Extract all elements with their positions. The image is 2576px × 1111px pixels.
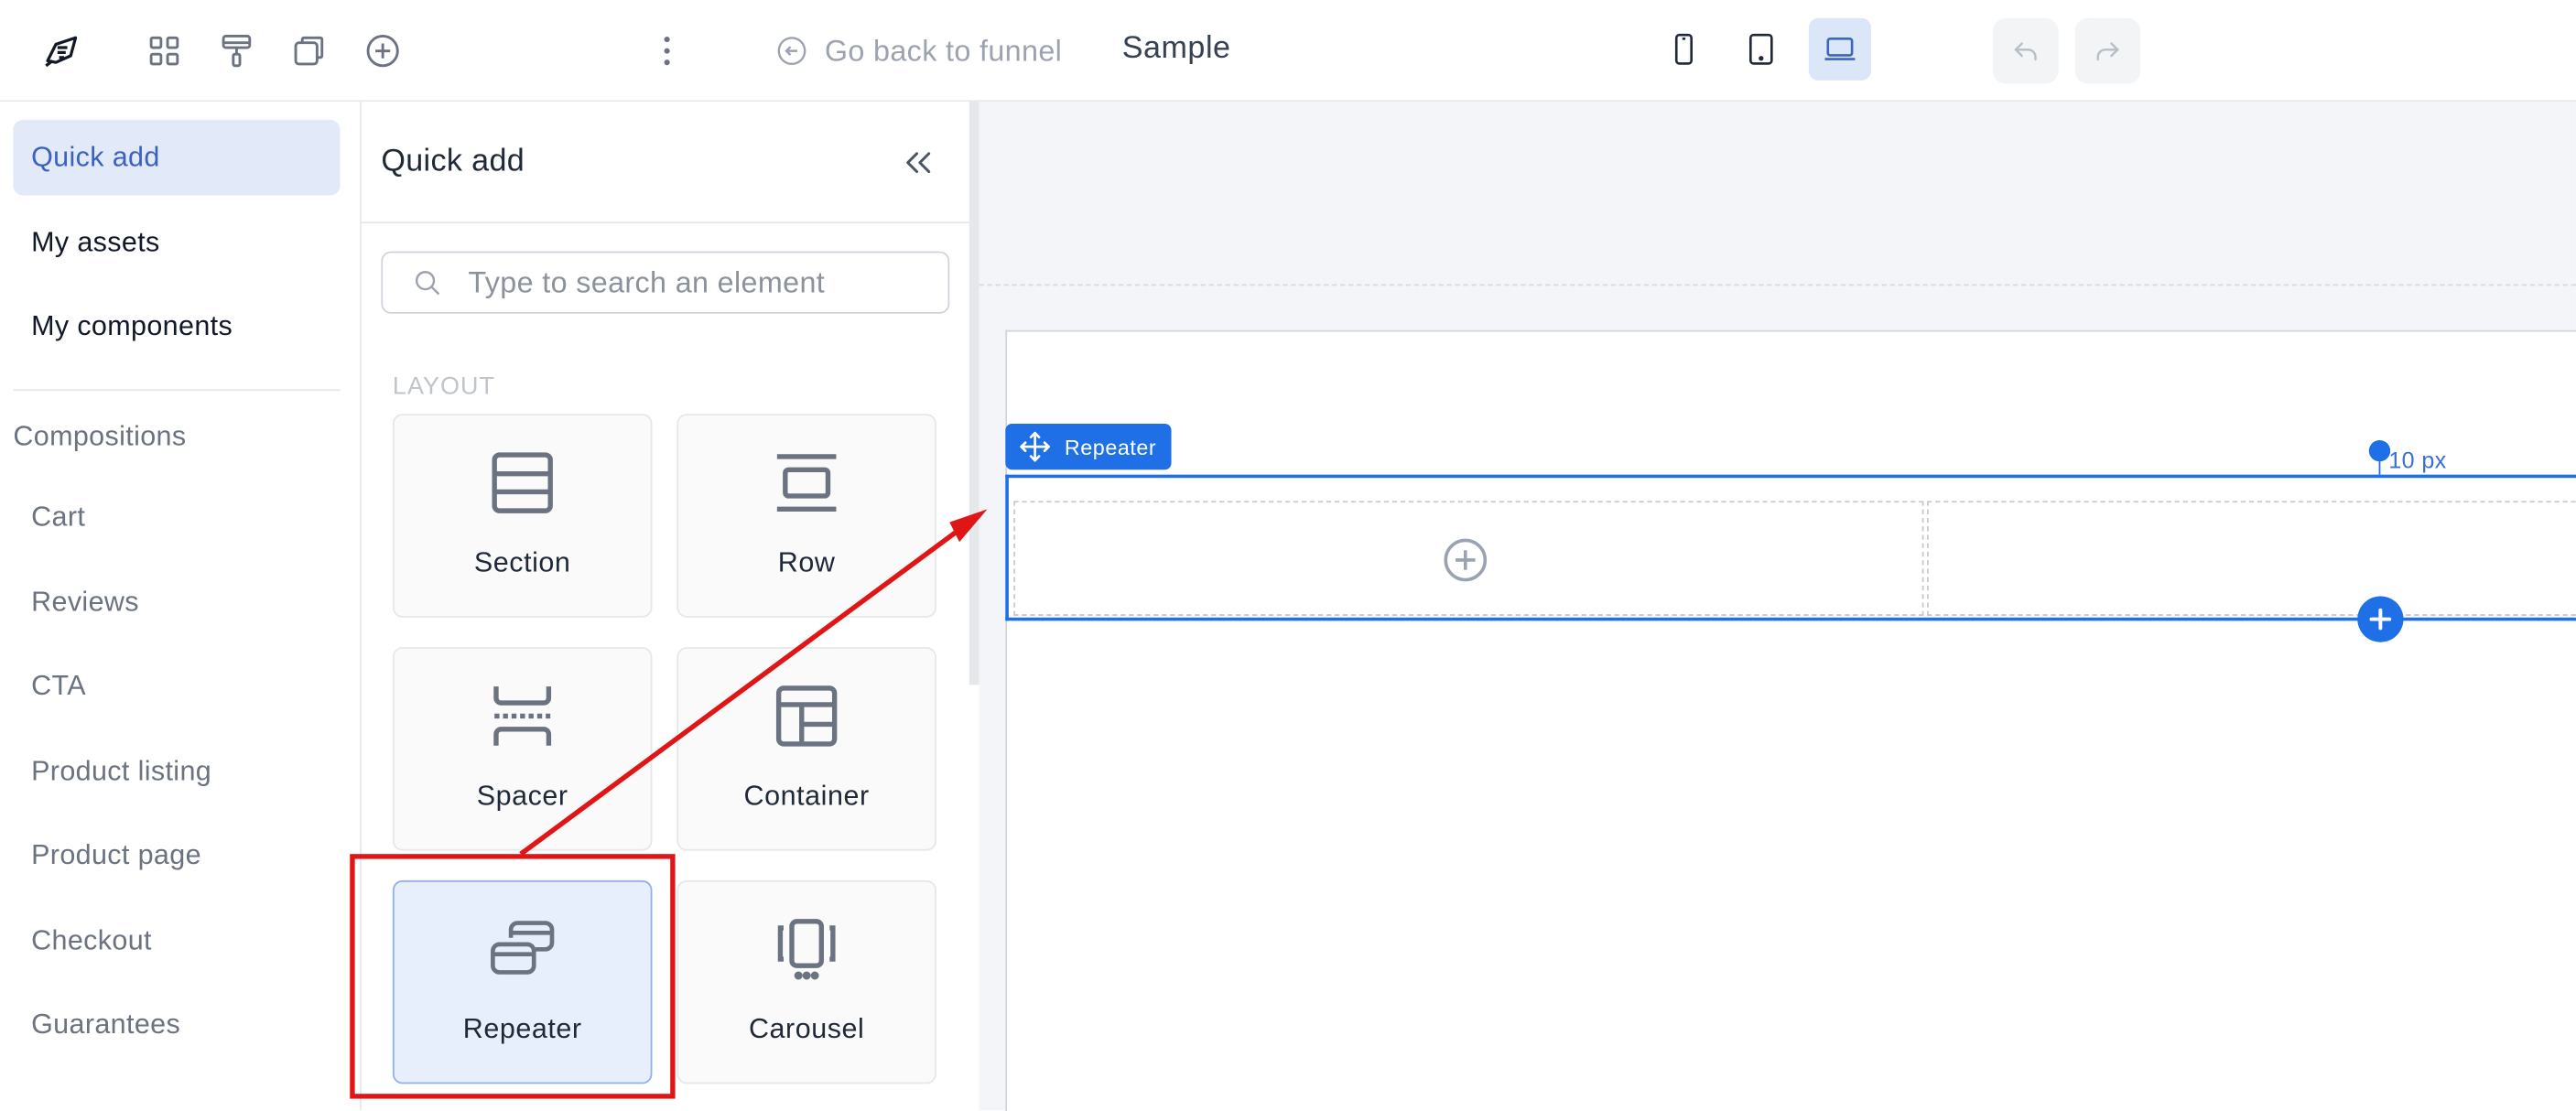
composition-checkout[interactable]: Checkout — [31, 924, 152, 957]
tile-row[interactable]: Row — [676, 414, 936, 618]
mobile-icon — [1666, 31, 1702, 67]
move-icon — [1019, 430, 1052, 463]
go-back-label: Go back to funnel — [824, 33, 1063, 67]
section-icon — [492, 452, 553, 513]
laptop-icon — [1822, 31, 1857, 67]
repeater-element[interactable] — [1005, 474, 2576, 621]
canvas-guide-line — [979, 284, 2576, 286]
plus-icon — [2367, 606, 2394, 632]
add-element-in-cell-button[interactable] — [1443, 537, 1488, 583]
tile-section[interactable]: Section — [392, 414, 653, 618]
plus-circle-icon — [1443, 537, 1488, 583]
row-icon — [776, 454, 837, 512]
collapse-panel-button[interactable] — [900, 145, 936, 180]
paint-roller-icon[interactable] — [217, 31, 256, 70]
spacing-indicator — [2378, 459, 2381, 475]
spacing-label: 10 px — [2388, 447, 2447, 473]
layout-section-label: LAYOUT — [392, 372, 496, 401]
search-input[interactable] — [468, 264, 928, 300]
compositions-heading: Compositions — [13, 420, 187, 452]
composition-cta[interactable]: CTA — [31, 670, 86, 703]
top-toolbar: Go back to funnel Sample — [0, 0, 2576, 102]
tile-label: Carousel — [748, 1013, 865, 1045]
nav-my-components[interactable]: My components — [13, 289, 340, 365]
nav-my-assets[interactable]: My assets — [13, 205, 340, 281]
tile-label: Section — [473, 546, 571, 578]
container-icon — [775, 685, 838, 747]
tile-label: Spacer — [476, 780, 568, 812]
composition-product-listing[interactable]: Product listing — [31, 756, 211, 789]
repeater-selection-tag[interactable]: Repeater — [1005, 424, 1172, 470]
rocket-logo-icon[interactable] — [43, 31, 82, 70]
tablet-icon — [1743, 31, 1779, 67]
plus-circle-icon[interactable] — [363, 31, 403, 70]
panel-divider — [361, 221, 971, 224]
grid-icon[interactable] — [145, 31, 184, 70]
carousel-icon — [777, 919, 836, 980]
page-name: Sample — [1121, 31, 1231, 66]
repeater-tag-label: Repeater — [1064, 434, 1157, 459]
redo-icon — [2093, 36, 2122, 65]
nav-divider — [13, 389, 341, 392]
arrow-left-circle-icon — [775, 35, 808, 68]
copy-icon[interactable] — [289, 31, 329, 70]
go-back-to-funnel-link[interactable]: Go back to funnel — [775, 31, 1062, 70]
chevrons-left-icon — [900, 145, 936, 180]
tablet-view-button[interactable] — [1730, 18, 1792, 81]
undo-icon — [2011, 36, 2040, 65]
composition-guarantees[interactable]: Guarantees — [31, 1009, 180, 1041]
spacing-handle[interactable] — [2368, 439, 2391, 462]
tile-carousel[interactable]: Carousel — [676, 879, 936, 1084]
composition-cart[interactable]: Cart — [31, 501, 85, 534]
panel-scrollbar[interactable] — [969, 102, 980, 685]
search-icon — [412, 268, 441, 297]
panel-title: Quick add — [381, 144, 525, 179]
tile-spacer[interactable]: Spacer — [392, 647, 653, 851]
tile-label: Row — [777, 546, 836, 578]
tile-label: Container — [743, 780, 870, 812]
redo-button[interactable] — [2074, 17, 2141, 84]
add-section-below-button[interactable] — [2357, 596, 2404, 642]
composition-reviews[interactable]: Reviews — [31, 587, 139, 620]
spacer-icon — [493, 686, 552, 746]
nav-quick-add[interactable]: Quick add — [13, 120, 341, 196]
mobile-view-button[interactable] — [1652, 18, 1715, 81]
undo-button[interactable] — [1992, 17, 2059, 84]
repeater-cell[interactable] — [1927, 501, 2576, 616]
tile-container[interactable]: Container — [676, 647, 936, 851]
left-navigation: Quick add My assets My components Compos… — [0, 102, 361, 1111]
desktop-view-button[interactable] — [1808, 17, 1872, 81]
more-vertical-icon[interactable] — [647, 31, 687, 70]
composition-product-page[interactable]: Product page — [31, 839, 201, 872]
annotation-highlight-box — [350, 854, 676, 1099]
page-frame[interactable] — [1005, 329, 2576, 1111]
element-search[interactable] — [381, 251, 950, 314]
